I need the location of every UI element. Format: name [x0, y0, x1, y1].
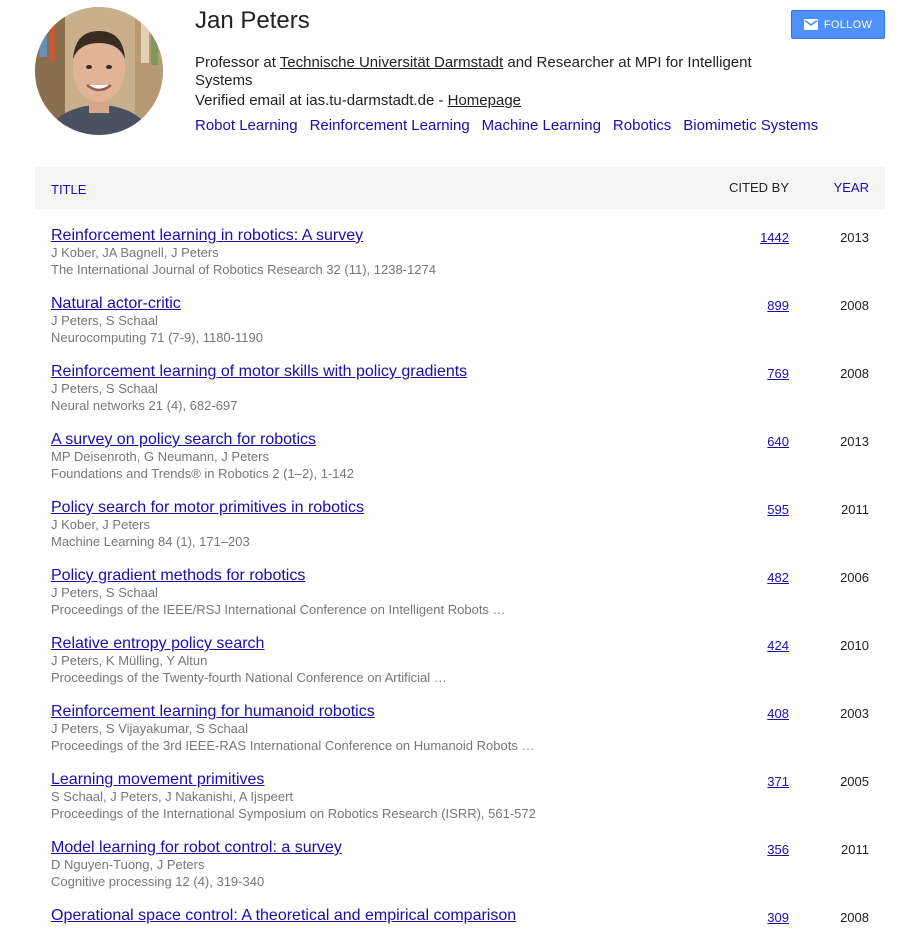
cited-by-count[interactable]: 482 [767, 570, 789, 586]
cited-by-count[interactable]: 371 [767, 774, 789, 790]
cited-by-count[interactable]: 899 [767, 298, 789, 314]
publication-authors: J Peters, S Schaal [51, 381, 158, 396]
profile-photo-image [35, 7, 163, 135]
table-row: Operational space control: A theoretical… [35, 889, 885, 929]
publication-title[interactable]: Reinforcement learning of motor skills w… [51, 362, 467, 381]
publication-year: 2003 [840, 706, 869, 721]
cited-by-count[interactable]: 769 [767, 366, 789, 382]
publication-year: 2008 [840, 910, 869, 925]
table-row: Natural actor-critic J Peters, S Schaal Ne… [35, 277, 885, 345]
table-header: TITLE CITED BY YEAR [35, 167, 885, 209]
publication-venue: The International Journal of Robotics Re… [51, 262, 436, 277]
profile-name: Jan Peters [195, 7, 310, 34]
publication-year: 2008 [840, 366, 869, 381]
sort-by-year[interactable]: YEAR [834, 180, 869, 195]
publication-authors: J Kober, J Peters [51, 517, 150, 532]
cited-by-header: CITED BY [729, 180, 789, 195]
affiliation-link[interactable]: Technische Universität Darmstadt [280, 54, 503, 71]
table-row: Reinforcement learning for humanoid robo… [35, 685, 885, 753]
homepage-link[interactable]: Homepage [448, 92, 521, 109]
cited-by-count[interactable]: 640 [767, 434, 789, 450]
publication-title[interactable]: Model learning for robot control: a surv… [51, 838, 342, 857]
publication-venue: Neurocomputing 71 (7-9), 1180-1190 [51, 330, 263, 345]
publication-venue: Cognitive processing 12 (4), 319-340 [51, 874, 265, 889]
cited-by-count[interactable]: 595 [767, 502, 789, 518]
publication-authors: J Peters, S Schaal [51, 313, 158, 328]
cited-by-count[interactable]: 1442 [760, 230, 789, 246]
publication-title[interactable]: Policy gradient methods for robotics [51, 566, 305, 585]
interest-biomimetic-systems[interactable]: Biomimetic Systems [683, 117, 818, 134]
publication-venue: Foundations and Trends® in Robotics 2 (1… [51, 466, 354, 481]
publication-authors: D Nguyen-Tuong, J Peters [51, 857, 205, 872]
publication-year: 2013 [840, 434, 869, 449]
publication-venue: Proceedings of the IEEE/RSJ Internationa… [51, 602, 506, 617]
table-row: Learning movement primitives S Schaal, J … [35, 753, 885, 821]
interest-reinforcement-learning[interactable]: Reinforcement Learning [310, 117, 470, 134]
publication-authors: J Peters, S Vijayakumar, S Schaal [51, 721, 249, 736]
publication-year: 2005 [840, 774, 869, 789]
publication-venue: Proceedings of the International Symposi… [51, 806, 536, 821]
publication-title[interactable]: A survey on policy search for robotics [51, 430, 316, 449]
publication-year: 2013 [840, 230, 869, 245]
publication-title[interactable]: Operational space control: A theoretical… [51, 906, 516, 925]
interest-machine-learning[interactable]: Machine Learning [482, 117, 601, 134]
cited-by-count[interactable]: 309 [767, 910, 789, 926]
cited-by-count[interactable]: 356 [767, 842, 789, 858]
cited-by-count[interactable]: 424 [767, 638, 789, 654]
table-row: Reinforcement learning in robotics: A su… [35, 209, 885, 277]
publication-venue: Neural networks 21 (4), 682-697 [51, 398, 238, 413]
follow-label: FOLLOW [823, 18, 873, 31]
research-interests: Robot Learning Reinforcement Learning Mach… [195, 117, 818, 135]
profile-email: Verified email at ias.tu-darmstadt.de - … [195, 92, 765, 110]
verified-email-text: Verified email at ias.tu-darmstadt.de - [195, 92, 448, 109]
publication-venue: Proceedings of the 3rd IEEE-RAS Internat… [51, 738, 535, 753]
publication-authors: J Peters, S Schaal [51, 585, 158, 600]
follow-button[interactable]: FOLLOW [791, 10, 885, 39]
sort-by-title[interactable]: TITLE [51, 182, 86, 197]
publication-venue: Proceedings of the Twenty-fourth Nationa… [51, 670, 447, 685]
publication-title[interactable]: Natural actor-critic [51, 294, 181, 313]
table-body: Reinforcement learning in robotics: A su… [35, 209, 885, 929]
profile-affiliation: Professor at Technische Universität Darm… [195, 54, 765, 90]
publications-table: TITLE CITED BY YEAR Reinforcement learni… [35, 167, 885, 929]
publication-authors: J Peters, K Mülling, Y Altun [51, 653, 208, 668]
table-row: Policy search for motor primitives in ro… [35, 481, 885, 549]
cited-by-count[interactable]: 408 [767, 706, 789, 722]
table-row: Policy gradient methods for robotics J Pe… [35, 549, 885, 617]
publication-year: 2006 [840, 570, 869, 585]
table-row: Relative entropy policy search J Peters, … [35, 617, 885, 685]
publication-title[interactable]: Relative entropy policy search [51, 634, 264, 653]
publication-title[interactable]: Learning movement primitives [51, 770, 264, 789]
publication-year: 2011 [841, 502, 869, 517]
profile-info: Jan Peters Professor at Technische Unive… [195, 7, 818, 135]
interest-robotics[interactable]: Robotics [613, 117, 671, 134]
publication-year: 2008 [840, 298, 869, 313]
affiliation-prefix: Professor at [195, 54, 280, 71]
profile-photo [35, 7, 163, 135]
envelope-icon [803, 19, 818, 30]
table-row: A survey on policy search for robotics MP… [35, 413, 885, 481]
interest-robot-learning[interactable]: Robot Learning [195, 117, 298, 134]
publication-title[interactable]: Reinforcement learning for humanoid robo… [51, 702, 375, 721]
publication-authors: MP Deisenroth, G Neumann, J Peters [51, 449, 269, 464]
publication-venue: Machine Learning 84 (1), 171–203 [51, 534, 250, 549]
publication-title[interactable]: Reinforcement learning in robotics: A su… [51, 226, 363, 245]
table-row: Reinforcement learning of motor skills w… [35, 345, 885, 413]
publication-authors: S Schaal, J Peters, J Nakanishi, A Ijspe… [51, 789, 294, 804]
publication-authors: J Kober, JA Bagnell, J Peters [51, 245, 219, 260]
publication-year: 2011 [841, 842, 869, 857]
publication-title[interactable]: Policy search for motor primitives in ro… [51, 498, 364, 517]
publication-year: 2010 [840, 638, 869, 653]
table-row: Model learning for robot control: a surv… [35, 821, 885, 889]
